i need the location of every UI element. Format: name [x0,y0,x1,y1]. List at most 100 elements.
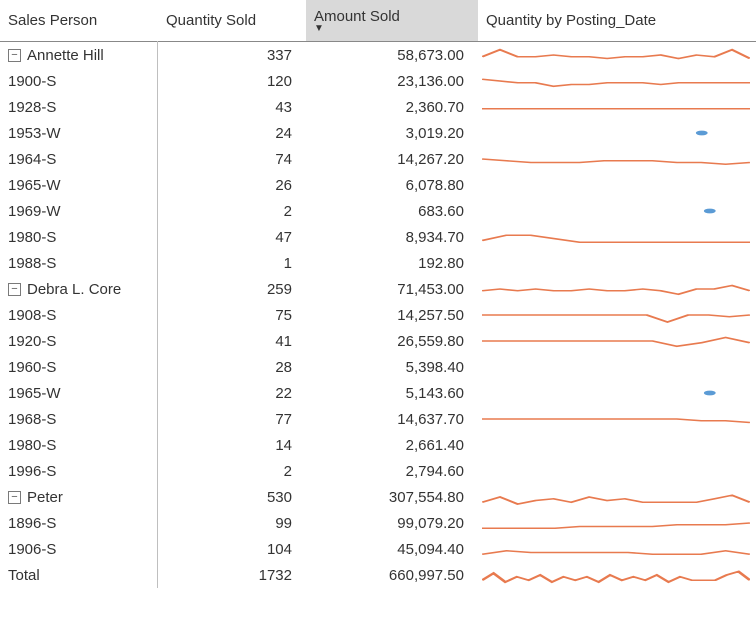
amount-sold-cell: 192.80 [306,250,478,276]
table-row[interactable]: 1896-S [0,510,158,536]
amount-value: 5,398.40 [406,359,464,376]
column-header-label: Amount Sold [314,8,400,25]
table-row[interactable]: 1980-S [0,432,158,458]
table-row[interactable]: 1968-S [0,406,158,432]
sparkline-cell [478,250,756,276]
quantity-value: 47 [275,229,292,246]
sparkline-cell [478,406,756,432]
quantity-value: 14 [275,437,292,454]
item-code: 1920-S [8,333,56,350]
table-row[interactable]: 1920-S [0,328,158,354]
quantity-sold-cell: 24 [158,120,306,146]
amount-value: 2,794.60 [406,463,464,480]
sparkline-cell [478,224,756,250]
table-row[interactable]: 1965-W [0,380,158,406]
table-row[interactable]: 1964-S [0,146,158,172]
quantity-sold-cell: 75 [158,302,306,328]
amount-sold-cell: 5,143.60 [306,380,478,406]
amount-sold-cell: 45,094.40 [306,536,478,562]
collapse-icon[interactable]: − [8,49,21,62]
table-row[interactable]: 1908-S [0,302,158,328]
amount-value: 5,143.60 [406,385,464,402]
sparkline-cell [478,562,756,588]
sparkline-cell [478,458,756,484]
sparkline-cell [478,94,756,120]
quantity-sold-cell: 120 [158,68,306,94]
amount-sold-cell: 14,267.20 [306,146,478,172]
column-header-sales-person[interactable]: Sales Person [0,0,158,42]
quantity-value: 41 [275,333,292,350]
quantity-value: 2 [284,203,292,220]
amount-sold-cell: 14,257.50 [306,302,478,328]
sort-descending-icon: ▼ [314,23,324,34]
table-row[interactable]: 1969-W [0,198,158,224]
amount-value: 23,136.00 [397,73,464,90]
quantity-value: 22 [275,385,292,402]
amount-sold-cell: 23,136.00 [306,68,478,94]
quantity-sold-cell: 2 [158,198,306,224]
table-row[interactable]: 1900-S [0,68,158,94]
sparkline-cell [478,536,756,562]
sparkline-cell [478,276,756,302]
table-row[interactable]: 1965-W [0,172,158,198]
sparkline-cell [478,198,756,224]
amount-sold-cell: 58,673.00 [306,42,478,68]
quantity-value: 1 [284,255,292,272]
amount-value: 26,559.80 [397,333,464,350]
collapse-icon[interactable]: − [8,283,21,296]
item-code: 1953-W [8,125,61,142]
sparkline-cell [478,302,756,328]
table-row[interactable]: 1906-S [0,536,158,562]
quantity-value: 77 [275,411,292,428]
column-header-quantity-sold[interactable]: Quantity Sold [158,0,306,42]
amount-sold-cell: 8,934.70 [306,224,478,250]
amount-value: 99,079.20 [397,515,464,532]
item-code: 1896-S [8,515,56,532]
quantity-sold-cell: 22 [158,380,306,406]
amount-sold-cell: 307,554.80 [306,484,478,510]
quantity-value: 104 [267,541,292,558]
item-code: 1908-S [8,307,56,324]
column-header-amount-sold[interactable]: Amount Sold▼ [306,0,478,42]
amount-sold-cell: 3,019.20 [306,120,478,146]
amount-value: 6,078.80 [406,177,464,194]
amount-value: 3,019.20 [406,125,464,142]
group-row[interactable]: −Peter [0,484,158,510]
column-header-quantity-by-posting-date[interactable]: Quantity by Posting_Date [478,0,756,42]
sparkline-cell [478,120,756,146]
quantity-sold-cell: 337 [158,42,306,68]
collapse-icon[interactable]: − [8,491,21,504]
table-row[interactable]: 1928-S [0,94,158,120]
quantity-value: 99 [275,515,292,532]
amount-value: 14,637.70 [397,411,464,428]
sparkline-cell [478,354,756,380]
quantity-sold-cell: 1732 [158,562,306,588]
table-row[interactable]: 1980-S [0,224,158,250]
sparkline-cell [478,380,756,406]
amount-sold-cell: 71,453.00 [306,276,478,302]
sparkline-cell [478,42,756,68]
amount-value: 2,360.70 [406,99,464,116]
group-name: Debra L. Core [27,281,121,298]
amount-sold-cell: 26,559.80 [306,328,478,354]
amount-value: 45,094.40 [397,541,464,558]
quantity-sold-cell: 1 [158,250,306,276]
table-row[interactable]: 1960-S [0,354,158,380]
amount-value: 660,997.50 [389,567,464,584]
table-row[interactable]: 1988-S [0,250,158,276]
table-row[interactable]: 1953-W [0,120,158,146]
item-code: 1965-W [8,385,61,402]
group-row[interactable]: −Annette Hill [0,42,158,68]
amount-value: 192.80 [418,255,464,272]
quantity-sold-cell: 14 [158,432,306,458]
group-row[interactable]: −Debra L. Core [0,276,158,302]
quantity-sold-cell: 28 [158,354,306,380]
table-row[interactable]: 1996-S [0,458,158,484]
amount-value: 14,257.50 [397,307,464,324]
sparkline-cell [478,68,756,94]
amount-sold-cell: 2,661.40 [306,432,478,458]
amount-value: 58,673.00 [397,47,464,64]
amount-sold-cell: 660,997.50 [306,562,478,588]
item-code: 1906-S [8,541,56,558]
amount-sold-cell: 683.60 [306,198,478,224]
